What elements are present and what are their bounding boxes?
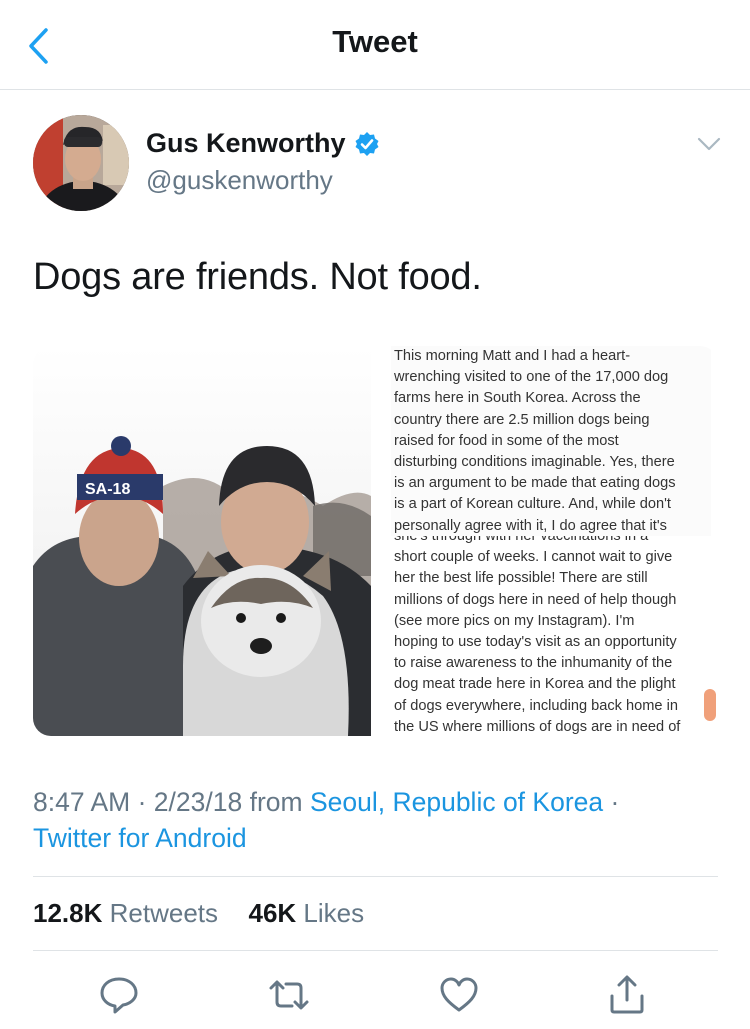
reply-icon	[100, 977, 138, 1014]
note-line: disturbing conditions imaginable. Yes, t…	[394, 454, 675, 471]
tweet-media[interactable]: SA-18 This morning Matt and I had a hear…	[33, 346, 718, 736]
avatar-image	[33, 115, 129, 211]
note-text-top: This morning Matt and I had a heart- wre…	[391, 346, 711, 536]
likes-count: 46K	[248, 898, 297, 928]
tweet-text: Dogs are friends. Not food.	[33, 256, 482, 298]
note-line: to raise awareness to the inhumanity of …	[394, 655, 673, 672]
meta-separator: ·	[137, 787, 154, 817]
svg-text:SA-18: SA-18	[85, 481, 130, 498]
share-button[interactable]	[606, 974, 648, 1016]
tweet-date: 2/23/18	[153, 787, 243, 817]
author-handle[interactable]: @guskenworthy	[146, 165, 333, 196]
divider	[33, 950, 718, 951]
note-line: This morning Matt and I had a heart-	[394, 348, 631, 364]
reply-button[interactable]	[98, 974, 140, 1016]
note-line: raised for food in some of the most	[394, 432, 619, 449]
divider	[33, 876, 718, 877]
likes-stat[interactable]: 46K Likes	[248, 898, 364, 928]
meta-separator: ·	[610, 787, 620, 817]
notes-screenshot: This morning Matt and I had a heart- wre…	[379, 346, 718, 736]
note-line: she's through with her vaccinations in a	[394, 536, 649, 544]
photo-image[interactable]: SA-18	[33, 346, 371, 736]
note-line: the US where millions of dogs are in nee…	[394, 718, 681, 735]
note-line: short couple of weeks. I cannot wait to …	[394, 549, 673, 566]
note-text-bottom: she's through with her vaccinations in a…	[391, 536, 711, 736]
selfie-photo: SA-18	[33, 346, 371, 736]
verified-badge-icon	[355, 131, 379, 156]
chevron-down-icon	[697, 137, 721, 151]
note-line: farms here in South Korea. Across the	[394, 390, 641, 407]
retweet-icon	[269, 980, 309, 1010]
tweet-stats: 12.8K Retweets 46K Likes	[33, 898, 364, 929]
note-line: country there are 2.5 million dogs being	[394, 411, 650, 428]
note-line: her the best life possible! There are st…	[394, 570, 648, 587]
note-line: millions of dogs here in need of help th…	[394, 591, 677, 608]
note-line: is an argument to be made that eating do…	[394, 475, 676, 492]
retweet-button[interactable]	[268, 974, 310, 1016]
retweets-count: 12.8K	[33, 898, 103, 928]
note-line: is a part of Korean culture. And, while …	[394, 496, 671, 513]
note-line: hoping to use today's visit as an opport…	[394, 634, 677, 651]
tweet-meta: 8:47 AM · 2/23/18 from Seoul, Republic o…	[33, 784, 723, 856]
note-line: wrenching visited to one of the 17,000 d…	[394, 369, 669, 386]
more-options-button[interactable]	[694, 132, 724, 156]
scroll-indicator	[704, 689, 716, 721]
page-title: Tweet	[332, 24, 418, 59]
client-link[interactable]: Twitter for Android	[33, 823, 247, 853]
action-bar	[0, 968, 750, 1018]
location-link[interactable]: Seoul, Republic of Korea	[310, 787, 603, 817]
author-name-text: Gus Kenworthy	[146, 128, 346, 158]
nav-bar: Tweet	[0, 0, 750, 90]
note-line: (see more pics on my Instagram). I'm	[394, 612, 635, 629]
retweets-stat[interactable]: 12.8K Retweets	[33, 898, 225, 928]
like-button[interactable]	[438, 974, 480, 1016]
likes-label: Likes	[303, 898, 365, 928]
retweets-label: Retweets	[109, 898, 219, 928]
from-label: from	[249, 787, 310, 817]
share-icon	[610, 975, 644, 1014]
note-line: of dogs everywhere, including back home …	[394, 697, 678, 714]
author-name[interactable]: Gus Kenworthy	[146, 128, 380, 159]
tweet-time: 8:47 AM	[33, 787, 131, 817]
avatar[interactable]	[33, 115, 129, 211]
note-line: personally agree with it, I do agree tha…	[394, 517, 667, 534]
heart-icon	[440, 977, 478, 1012]
note-line: dog meat trade here in Korea and the pli…	[394, 676, 676, 693]
